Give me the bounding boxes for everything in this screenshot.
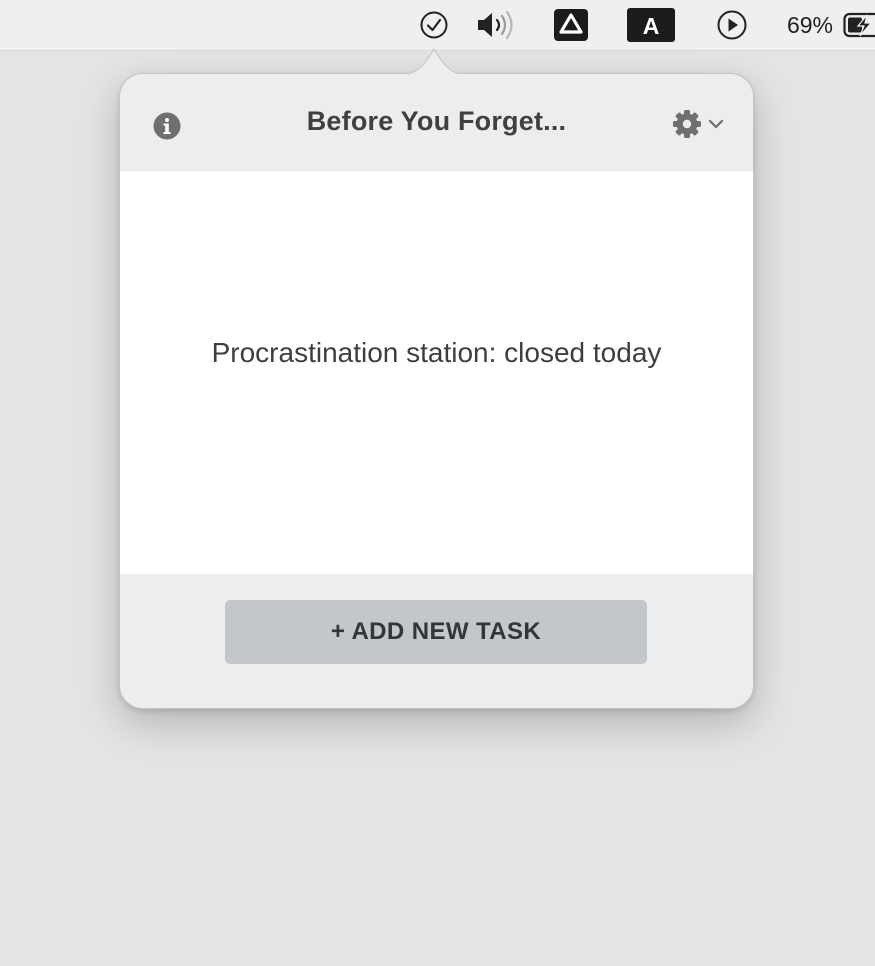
chevron-down-icon	[708, 119, 724, 129]
popover-header: Before You Forget...	[120, 74, 753, 170]
add-new-task-button[interactable]: + ADD NEW TASK	[225, 600, 647, 664]
input-source-a-icon[interactable]: A	[626, 0, 676, 50]
google-drive-icon[interactable]	[551, 0, 591, 50]
popover-footer: + ADD NEW TASK	[120, 574, 753, 708]
popover-title: Before You Forget...	[306, 106, 567, 136]
check-circle-icon[interactable]	[414, 0, 454, 50]
menu-bar: A 69%	[0, 0, 875, 51]
gear-icon	[673, 110, 701, 138]
task-list-area: Procrastination station: closed today	[120, 170, 753, 575]
empty-state-message: Procrastination station: closed today	[211, 337, 662, 368]
task-popover: Before You Forget... Procrastination sta…	[119, 73, 754, 709]
settings-menu-button[interactable]	[672, 108, 732, 140]
speaker-volume-icon[interactable]	[472, 0, 522, 50]
keyboard-letter: A	[643, 13, 660, 39]
battery-charging-icon[interactable]	[843, 0, 875, 50]
popover-arrow	[402, 48, 466, 76]
play-circle-icon[interactable]	[712, 0, 752, 50]
battery-percentage[interactable]: 69%	[780, 0, 840, 50]
